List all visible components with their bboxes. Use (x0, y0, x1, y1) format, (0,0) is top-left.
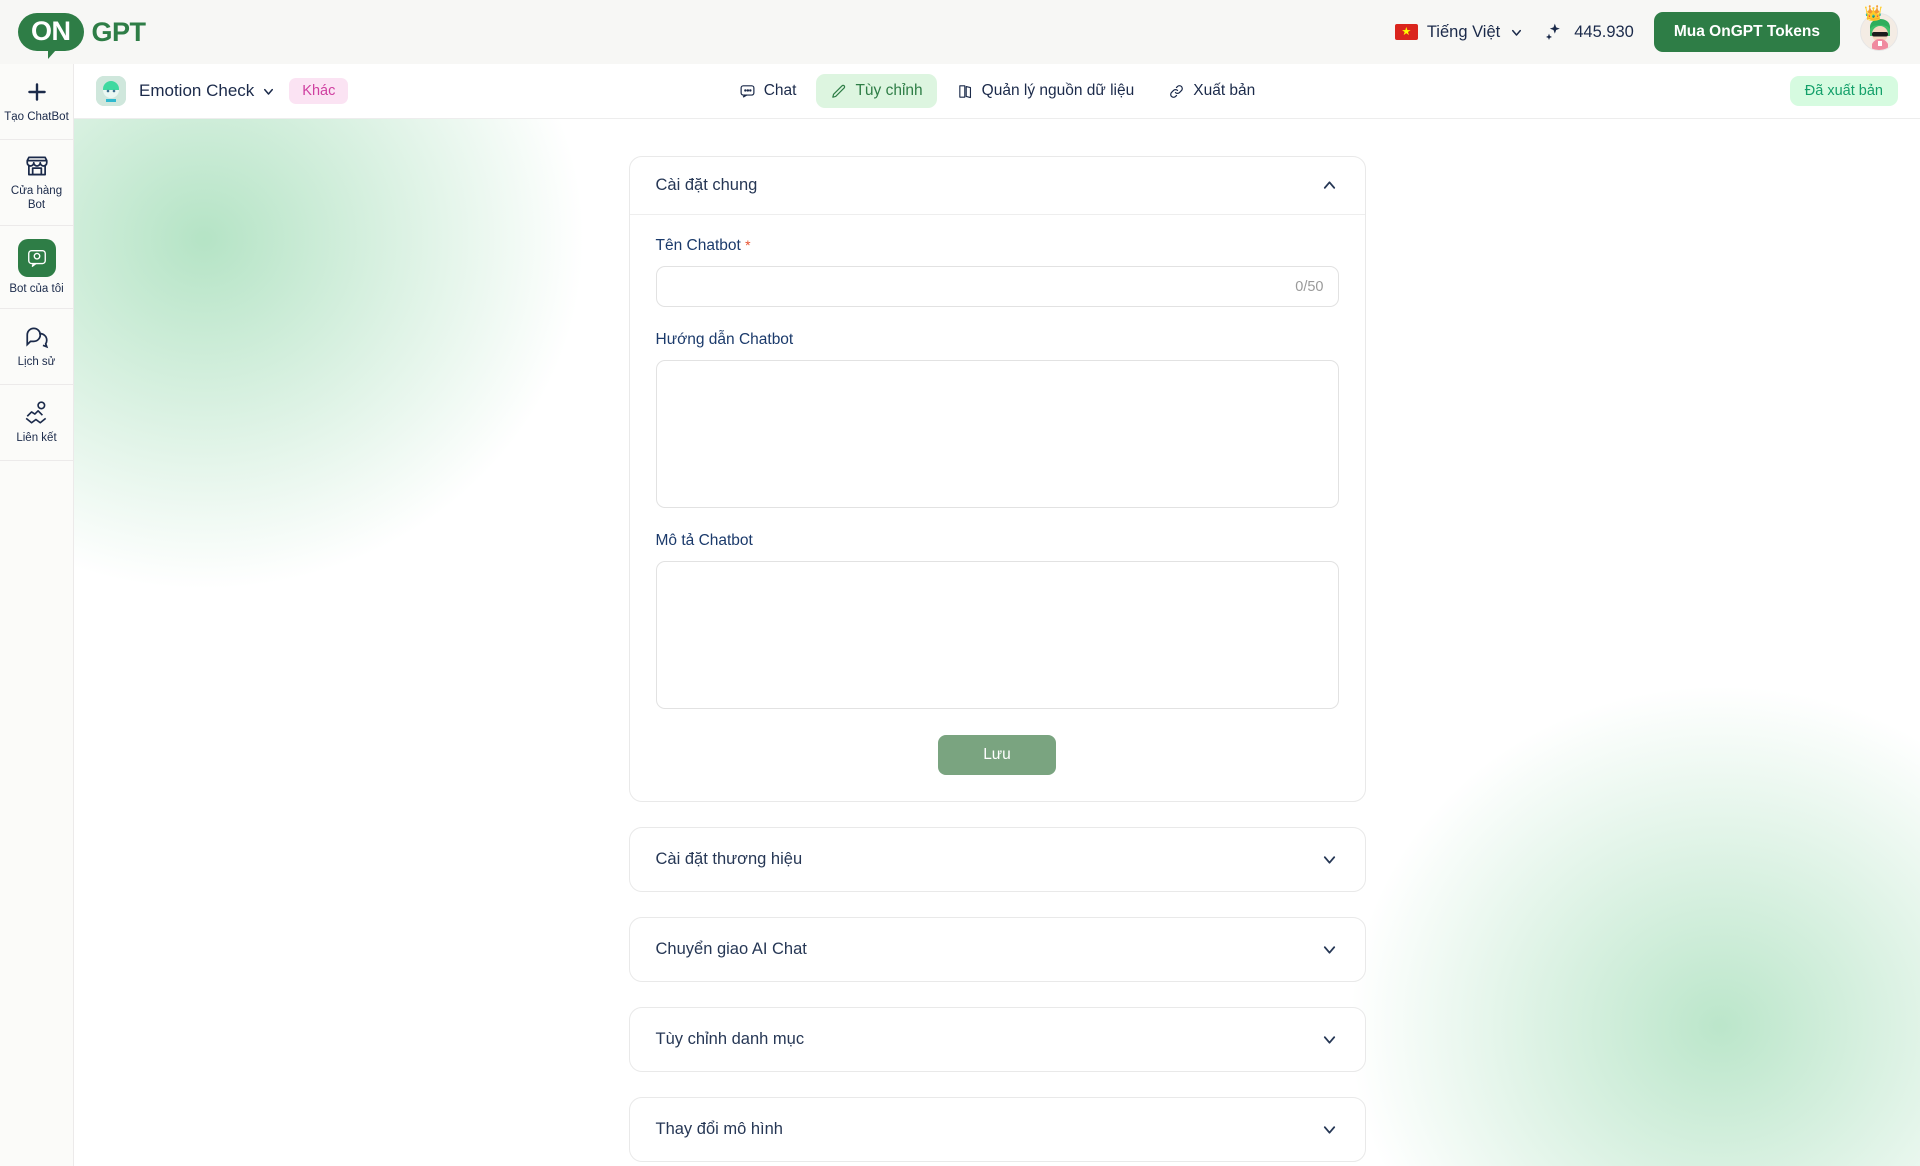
chatbot-description-label: Mô tả Chatbot (655, 532, 753, 549)
ai-chat-handover-header[interactable]: Chuyển giao AI Chat (630, 918, 1365, 981)
brand-settings-card: Cài đặt thương hiệu (628, 827, 1366, 892)
logo-gpt-text: GPT (91, 16, 147, 47)
bot-toolbar: Emotion Check Khác Chat Tùy chỉnh Quản l… (74, 64, 1920, 119)
save-row: Lưu (656, 733, 1339, 775)
sidebar-item-label: Liên kết (16, 432, 57, 445)
store-icon (24, 153, 50, 179)
ongpt-logo[interactable]: ON GPT (18, 13, 147, 59)
general-settings-card: Cài đặt chung Tên Chatbot * 0/50 Hướng d… (628, 156, 1366, 802)
bot-avatar-icon (96, 76, 126, 106)
section-title: Tùy chỉnh danh mục (655, 1030, 805, 1048)
sidebar-item-label: Bot của tôi (9, 282, 64, 295)
general-settings-body: Tên Chatbot * 0/50 Hướng dẫn Chatbot Mô … (629, 214, 1365, 801)
tab-label: Tùy chỉnh (855, 82, 923, 99)
category-customization-card: Tùy chỉnh danh mục (628, 1007, 1366, 1072)
chatbot-name-input[interactable] (655, 266, 1339, 307)
language-selector[interactable]: ★ Tiếng Việt (1394, 22, 1524, 42)
change-model-card: Thay đổi mô hình (628, 1097, 1366, 1162)
handshake-icon (24, 400, 50, 426)
crown-icon: 👑 (1864, 5, 1883, 22)
category-customization-header[interactable]: Tùy chỉnh danh mục (630, 1008, 1365, 1071)
sidebar-item-label: Tạo ChatBot (4, 111, 69, 124)
sparkles-icon (1544, 22, 1564, 42)
tab-publish[interactable]: Xuất bản (1154, 74, 1269, 108)
chevron-down-icon (1509, 25, 1524, 40)
tab-label: Xuất bản (1193, 82, 1256, 99)
logo-bubble-icon: ON (18, 13, 84, 59)
tab-customize[interactable]: Tùy chỉnh (816, 74, 937, 108)
token-balance[interactable]: 445.930 (1544, 22, 1634, 42)
link-icon (1168, 83, 1185, 100)
section-title: Cài đặt chung (655, 176, 758, 194)
app-root: ON GPT ★ Tiếng Việt 445.930 Mua OnGPT To… (0, 0, 1920, 1166)
sidebar-item-affiliate[interactable]: Liên kết (0, 385, 73, 462)
chatbot-instructions-label: Hướng dẫn Chatbot (655, 331, 794, 348)
top-bar-right: ★ Tiếng Việt 445.930 Mua OnGPT Tokens 👑 (1394, 6, 1898, 52)
chatbot-name-label-text: Tên Chatbot (655, 237, 741, 254)
pencil-icon (830, 83, 847, 100)
bot-tabs: Chat Tùy chỉnh Quản lý nguồn dữ liệu Xuấ… (536, 74, 1458, 108)
section-title: Cài đặt thương hiệu (655, 850, 803, 868)
chatbot-description-textarea[interactable] (655, 561, 1339, 709)
bot-name-label: Emotion Check (139, 81, 255, 100)
required-asterisk: * (745, 237, 751, 253)
vietnam-flag-icon: ★ (1394, 24, 1418, 40)
bot-icon (17, 238, 56, 277)
buy-tokens-button[interactable]: Mua OnGPT Tokens (1653, 12, 1840, 52)
chevron-down-icon[interactable] (1320, 850, 1339, 869)
settings-column: Cài đặt chung Tên Chatbot * 0/50 Hướng d… (628, 156, 1366, 1162)
book-icon (957, 83, 974, 100)
chatbot-name-input-wrap: 0/50 (655, 266, 1339, 307)
top-bar: ON GPT ★ Tiếng Việt 445.930 Mua OnGPT To… (0, 0, 1920, 64)
sidebar-item-history[interactable]: Lịch sử (0, 309, 73, 386)
tab-data-sources[interactable]: Quản lý nguồn dữ liệu (943, 74, 1149, 108)
chevron-down-icon[interactable] (1320, 1120, 1339, 1139)
sidebar-item-my-bots[interactable]: Bot của tôi (0, 226, 73, 310)
bot-name-selector[interactable]: Emotion Check (139, 81, 276, 101)
sidebar-item-create-chatbot[interactable]: Tạo ChatBot (0, 64, 73, 140)
language-label: Tiếng Việt (1426, 22, 1501, 41)
bot-category-badge: Khác (289, 78, 349, 104)
sidebar-item-label: Lịch sử (17, 356, 56, 369)
publish-status: Đã xuất bản (1458, 76, 1898, 106)
token-amount: 445.930 (1574, 22, 1634, 41)
bot-identity: Emotion Check Khác (96, 76, 536, 106)
chevron-up-icon[interactable] (1320, 176, 1339, 195)
ai-chat-handover-card: Chuyển giao AI Chat (628, 917, 1366, 982)
brand-settings-header[interactable]: Cài đặt thương hiệu (630, 828, 1365, 891)
chevron-down-icon[interactable] (1320, 1030, 1339, 1049)
tab-chat[interactable]: Chat (725, 74, 811, 108)
tab-label: Chat (763, 82, 797, 99)
general-settings-header[interactable]: Cài đặt chung (630, 157, 1365, 214)
section-title: Thay đổi mô hình (655, 1120, 784, 1138)
logo-on-text: ON (31, 16, 71, 46)
settings-content: Cài đặt chung Tên Chatbot * 0/50 Hướng d… (74, 119, 1920, 1166)
change-model-header[interactable]: Thay đổi mô hình (630, 1098, 1365, 1161)
chevron-down-icon[interactable] (1320, 940, 1339, 959)
chatbot-name-label: Tên Chatbot * (656, 237, 1339, 255)
chatbot-instructions-textarea[interactable] (655, 360, 1339, 508)
sidebar: Tạo ChatBot Cửa hàng Bot Bot của tôi Lịc… (0, 64, 74, 1166)
settings-scroll-area[interactable]: Cài đặt chung Tên Chatbot * 0/50 Hướng d… (74, 119, 1920, 1166)
chat-history-icon (24, 324, 50, 350)
main-area: Emotion Check Khác Chat Tùy chỉnh Quản l… (74, 64, 1920, 1166)
chevron-down-icon (261, 84, 276, 99)
plus-icon (24, 79, 50, 105)
status-badge: Đã xuất bản (1789, 76, 1898, 106)
body: Tạo ChatBot Cửa hàng Bot Bot của tôi Lịc… (0, 64, 1920, 1166)
tab-label: Quản lý nguồn dữ liệu (981, 82, 1135, 99)
sidebar-item-label: Cửa hàng Bot (10, 185, 63, 212)
sidebar-item-bot-store[interactable]: Cửa hàng Bot (0, 140, 73, 226)
chat-icon (739, 83, 756, 100)
section-title: Chuyển giao AI Chat (655, 940, 807, 958)
avatar[interactable]: 👑 (1860, 6, 1898, 51)
save-button[interactable]: Lưu (938, 735, 1056, 775)
